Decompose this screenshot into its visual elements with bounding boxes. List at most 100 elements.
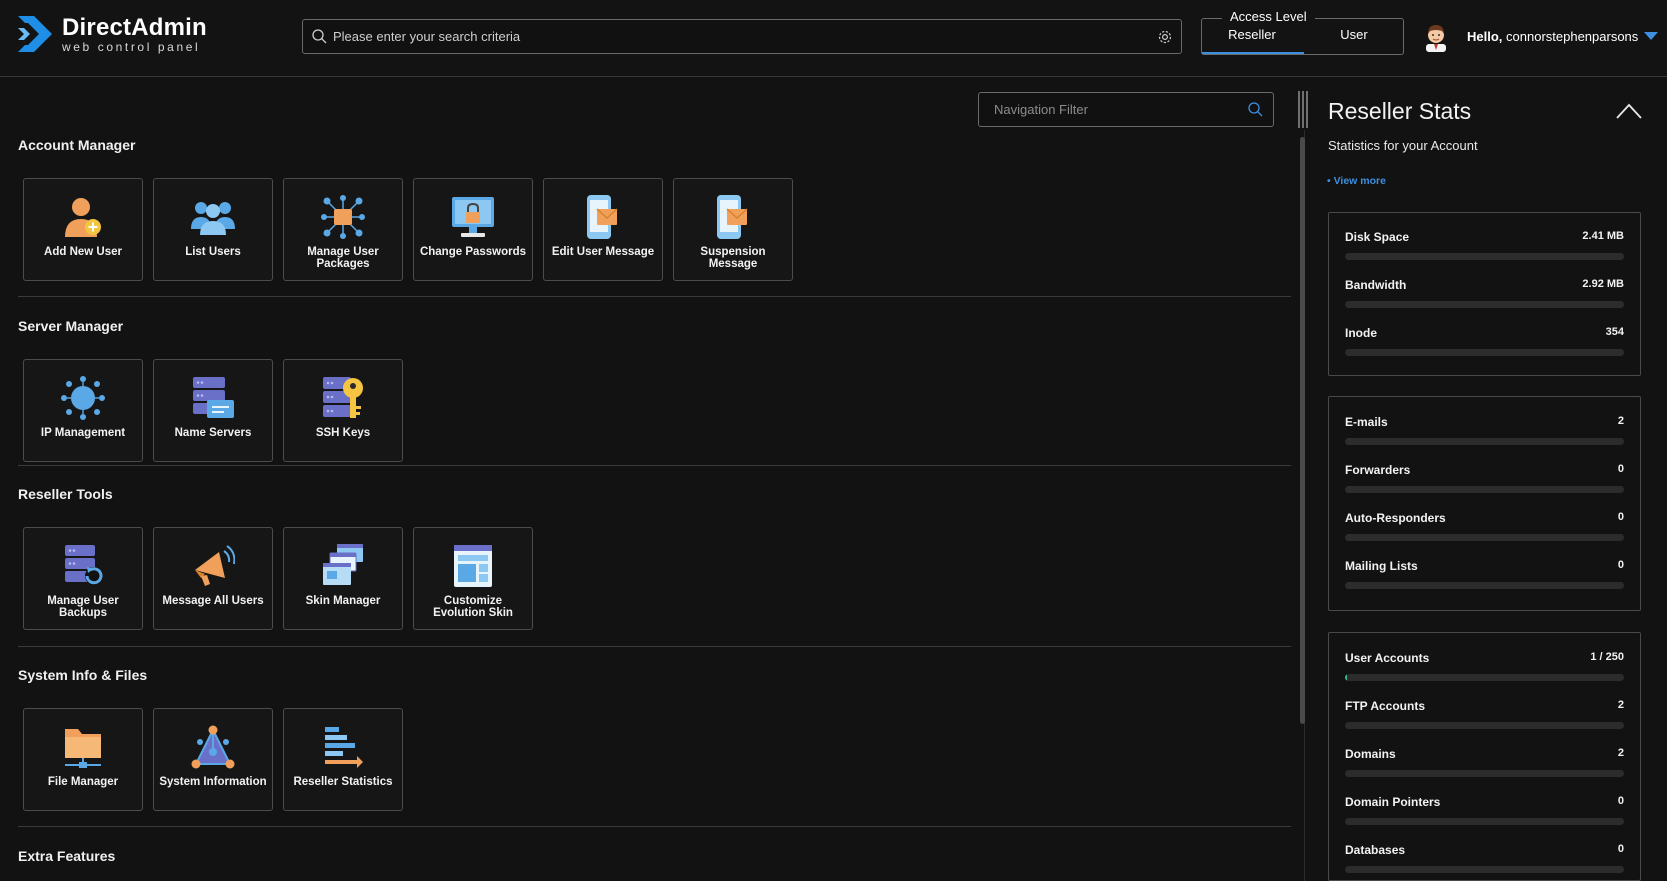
stat-value: 1 / 250 <box>1590 651 1624 663</box>
tile-label: Skin Manager <box>305 595 381 607</box>
stat-row: Inode 354 <box>1345 326 1624 358</box>
tile-label: Customize Evolution Skin <box>433 595 513 620</box>
tile-ssh-keys[interactable]: SSH Keys <box>283 359 403 462</box>
tile-edit-user-message[interactable]: Edit User Message <box>543 178 663 281</box>
section-title-reseller-tools: Reseller Tools <box>18 486 113 502</box>
tile-label: Name Servers <box>174 427 252 439</box>
usage-progress-bar <box>1345 349 1624 356</box>
stat-row: FTP Accounts 2 <box>1345 699 1624 731</box>
stat-row: Mailing Lists 0 <box>1345 559 1624 591</box>
stat-value: 2.92 MB <box>1582 278 1624 290</box>
tile-message-all-users[interactable]: Message All Users <box>153 527 273 630</box>
avatar[interactable] <box>1422 22 1450 52</box>
stat-value: 0 <box>1617 511 1624 523</box>
top-header: DirectAdmin web control panel Access Lev… <box>0 0 1667 77</box>
panel-resize-handle[interactable] <box>1298 91 1308 128</box>
access-active-indicator <box>1202 52 1304 54</box>
stat-name: Forwarders <box>1345 463 1411 477</box>
stat-name: User Accounts <box>1345 651 1430 665</box>
tile-label: System Information <box>159 776 267 788</box>
tile-file-manager[interactable]: File Manager <box>23 708 143 811</box>
access-level-switch: Access Level Reseller User <box>1201 9 1404 55</box>
stat-value: 2 <box>1617 699 1624 711</box>
megaphone-icon <box>154 544 272 588</box>
tile-label: File Manager <box>47 776 119 788</box>
gear-icon[interactable] <box>1157 29 1173 45</box>
stat-name: Inode <box>1345 326 1377 340</box>
username: connorstephenparsons <box>1506 29 1639 44</box>
usage-progress-bar <box>1345 674 1624 681</box>
stat-value: 0 <box>1617 463 1624 475</box>
vertical-scrollbar[interactable] <box>1300 137 1305 724</box>
access-reseller-tab[interactable]: Reseller <box>1202 27 1302 42</box>
tile-ip-management[interactable]: IP Management <box>23 359 143 462</box>
tile-label: Manage User Backups <box>47 595 119 620</box>
usage-progress-bar <box>1345 301 1624 308</box>
stat-name: Domains <box>1345 747 1396 761</box>
users-icon <box>154 195 272 239</box>
tile-label: IP Management <box>40 427 126 439</box>
stat-value: 0 <box>1617 795 1624 807</box>
stat-name: E-mails <box>1345 415 1388 429</box>
usage-progress-bar <box>1345 534 1624 541</box>
tile-label: List Users <box>185 246 241 258</box>
greeting-text: Hello, <box>1467 29 1503 44</box>
stat-name: Mailing Lists <box>1345 559 1418 573</box>
stat-name: Auto-Responders <box>1345 511 1446 525</box>
tile-system-information[interactable]: System Information <box>153 708 273 811</box>
tile-label: SSH Keys <box>315 427 371 439</box>
stat-row: E-mails 2 <box>1345 415 1624 447</box>
tile-name-servers[interactable]: Name Servers <box>153 359 273 462</box>
chevron-down-icon[interactable] <box>1644 32 1658 40</box>
search-icon <box>1248 102 1263 117</box>
stat-name: Databases <box>1345 843 1406 857</box>
layout-icon <box>414 544 532 588</box>
chevron-up-icon[interactable] <box>1616 103 1642 119</box>
tile-add-new-user[interactable]: Add New User <box>23 178 143 281</box>
tile-reseller-statistics[interactable]: Reseller Statistics <box>283 708 403 811</box>
user-greeting[interactable]: Hello, connorstephenparsons <box>1467 29 1638 44</box>
monitor-lock-icon <box>414 195 532 239</box>
tile-label: Add New User <box>44 246 122 258</box>
stat-name: Disk Space <box>1345 230 1410 244</box>
add-user-icon <box>24 195 142 239</box>
logo[interactable]: DirectAdmin web control panel <box>16 14 207 54</box>
access-level-label: Access Level <box>1222 9 1315 24</box>
global-search[interactable] <box>302 19 1182 54</box>
section-title-system-info-files: System Info & Files <box>18 667 148 683</box>
tile-label: Manage User Packages <box>307 246 379 271</box>
tile-suspension-message[interactable]: Suspension Message <box>673 178 793 281</box>
stat-row: Domains 2 <box>1345 747 1624 779</box>
triangle-nodes-icon <box>154 725 272 769</box>
navigation-filter[interactable] <box>978 92 1274 127</box>
usage-progress-bar <box>1345 486 1624 493</box>
view-more-link[interactable]: • View more <box>1327 175 1386 187</box>
tile-label: Message All Users <box>162 595 264 607</box>
tile-label: Change Passwords <box>419 246 527 258</box>
logo-title: DirectAdmin <box>62 13 207 41</box>
stat-group: E-mails 2 Forwarders 0 Auto-Responders 0 Maili… <box>1328 396 1641 611</box>
tile-change-passwords[interactable]: Change Passwords <box>413 178 533 281</box>
section-title-extra-features: Extra Features <box>18 848 116 864</box>
tile-label: Reseller Statistics <box>293 776 393 788</box>
stat-row: Bandwidth 2.92 MB <box>1345 278 1624 310</box>
tile-customize-evolution-skin[interactable]: Customize Evolution Skin <box>413 527 533 630</box>
tile-manage-user-backups[interactable]: Manage User Backups <box>23 527 143 630</box>
search-input[interactable] <box>333 29 1157 44</box>
navigation-filter-input[interactable] <box>994 102 1248 117</box>
stat-value: 354 <box>1605 326 1624 338</box>
reseller-stats-title: Reseller Stats <box>1328 98 1472 124</box>
tile-manage-user-packages[interactable]: Manage User Packages <box>283 178 403 281</box>
section-title-server-manager: Server Manager <box>18 318 124 334</box>
stat-value: 2 <box>1617 747 1624 759</box>
access-user-tab[interactable]: User <box>1304 27 1404 42</box>
stat-row: Databases 0 <box>1345 843 1624 875</box>
phone-message-icon <box>674 195 792 239</box>
usage-progress-fill <box>1345 674 1348 681</box>
stat-row: Forwarders 0 <box>1345 463 1624 495</box>
tile-label: Edit User Message <box>551 246 655 258</box>
stat-row: User Accounts 1 / 250 <box>1345 651 1624 683</box>
tile-skin-manager[interactable]: Skin Manager <box>283 527 403 630</box>
tile-list-users[interactable]: List Users <box>153 178 273 281</box>
stat-value: 2.41 MB <box>1582 230 1624 242</box>
